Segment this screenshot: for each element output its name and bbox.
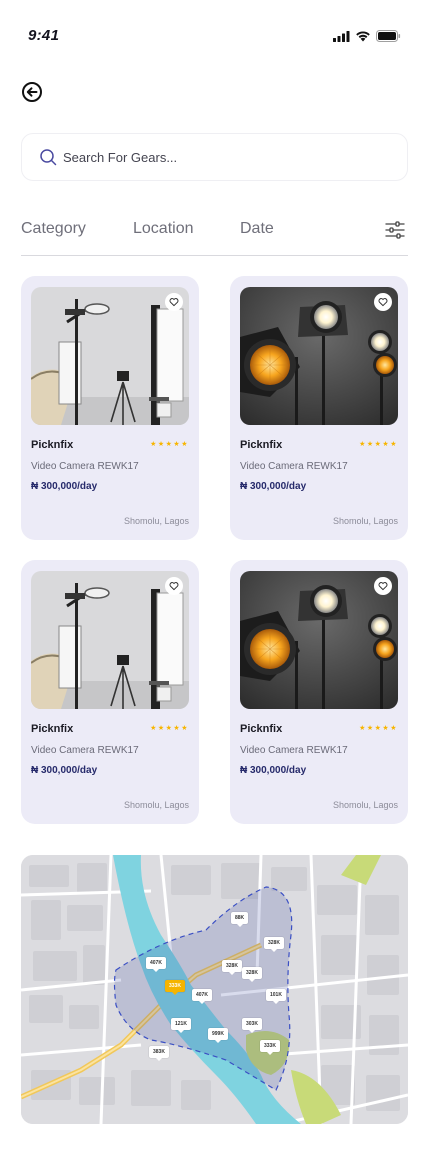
map-price-pin[interactable]: 303K (242, 1018, 262, 1033)
tab-date[interactable]: Date (240, 220, 274, 238)
studio-lights-photo (31, 571, 189, 709)
heart-icon (169, 582, 179, 591)
favorite-button[interactable] (165, 293, 183, 311)
map-price-pin[interactable]: 121K (171, 1018, 191, 1033)
filter-settings-button[interactable] (384, 219, 406, 241)
map-price-pin[interactable]: 999K (208, 1028, 228, 1043)
back-arrow-icon (22, 82, 42, 102)
map-view[interactable]: 88K 328K 407K 328K 328K 333K 407K 101K 1… (21, 855, 408, 1124)
card-model: Video Camera REWK17 (31, 745, 139, 756)
map-price-pin[interactable]: 328K (242, 967, 262, 982)
map-price-pin[interactable]: 333K (260, 1040, 280, 1055)
card-location: Shomolu, Lagos (123, 800, 189, 810)
card-brand: Picknfix (240, 723, 283, 735)
map-price-pin[interactable]: 407K (146, 957, 166, 972)
map-price-pin[interactable]: 88K (231, 912, 249, 927)
heart-icon (169, 298, 179, 307)
map-price-pin-active[interactable]: 333K (165, 980, 185, 995)
map-price-pin[interactable]: 101K (266, 989, 286, 1004)
card-brand: Picknfix (240, 439, 283, 451)
status-bar: 9:41 (0, 0, 428, 64)
card-location: Shomolu, Lagos (332, 516, 398, 526)
rating-stars: ★★★★★ (359, 725, 398, 732)
studio-lights-photo (31, 287, 189, 425)
battery-icon (376, 30, 401, 42)
map-price-pin[interactable]: 328K (264, 937, 284, 952)
tab-category[interactable]: Category (21, 220, 86, 238)
card-brand: Picknfix (31, 723, 74, 735)
card-price: ₦ 300,000/day (31, 765, 98, 776)
card-price: ₦ 300,000/day (240, 481, 307, 492)
spotlights-photo (240, 571, 398, 709)
card-model: Video Camera REWK17 (31, 461, 139, 472)
listing-card[interactable]: Picknfix ★★★★★ Video Camera REWK17 ₦ 300… (21, 560, 199, 824)
card-brand: Picknfix (31, 439, 74, 451)
sliders-icon (385, 221, 405, 239)
spotlights-photo (240, 287, 398, 425)
listing-card[interactable]: Picknfix ★★★★★ Video Camera REWK17 ₦ 300… (230, 276, 408, 540)
status-icons (333, 30, 401, 42)
heart-icon (378, 298, 388, 307)
tab-location[interactable]: Location (133, 220, 194, 238)
map-price-pin[interactable]: 383K (149, 1046, 169, 1061)
card-price: ₦ 300,000/day (31, 481, 98, 492)
card-model: Video Camera REWK17 (240, 745, 348, 756)
rating-stars: ★★★★★ (150, 441, 189, 448)
favorite-button[interactable] (374, 293, 392, 311)
card-price: ₦ 300,000/day (240, 765, 307, 776)
heart-icon (378, 582, 388, 591)
listing-card[interactable]: Picknfix ★★★★★ Video Camera REWK17 ₦ 300… (230, 560, 408, 824)
signal-icon (333, 30, 350, 42)
back-button[interactable] (21, 81, 43, 103)
favorite-button[interactable] (165, 577, 183, 595)
favorite-button[interactable] (374, 577, 392, 595)
search-bar[interactable] (21, 133, 408, 181)
wifi-icon (356, 31, 370, 42)
filter-divider (21, 255, 408, 256)
status-time: 9:41 (28, 27, 60, 44)
card-location: Shomolu, Lagos (332, 800, 398, 810)
filter-bar: Category Location Date (21, 216, 408, 256)
card-location: Shomolu, Lagos (123, 516, 189, 526)
search-icon (40, 149, 57, 166)
search-input[interactable] (63, 149, 383, 165)
rating-stars: ★★★★★ (150, 725, 189, 732)
listing-card[interactable]: Picknfix ★★★★★ Video Camera REWK17 ₦ 300… (21, 276, 199, 540)
map-price-pin[interactable]: 407K (192, 989, 212, 1004)
card-model: Video Camera REWK17 (240, 461, 348, 472)
map-price-pin[interactable]: 328K (222, 960, 242, 975)
rating-stars: ★★★★★ (359, 441, 398, 448)
